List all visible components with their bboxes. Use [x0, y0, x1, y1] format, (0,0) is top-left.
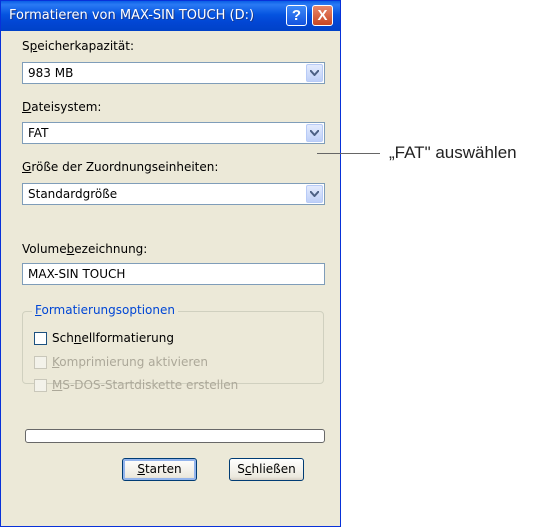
help-icon: ?: [291, 7, 302, 24]
capacity-select[interactable]: 983 MB: [22, 62, 325, 84]
msdos-startup-label: MS-DOS-Startdiskette erstellen: [52, 378, 239, 392]
callout-text: „FAT" auswählen: [389, 143, 517, 162]
capacity-value: 983 MB: [28, 66, 74, 80]
start-button[interactable]: Starten: [122, 458, 197, 481]
capacity-dropdown-button[interactable]: [306, 64, 323, 82]
format-dialog: Formatieren von MAX-SIN TOUCH (D:) ? X S…: [0, 0, 341, 527]
volume-label: Volumebezeichnung:: [22, 242, 148, 256]
callout-line: [317, 153, 380, 154]
chevron-down-icon: [310, 70, 319, 76]
msdos-startup-checkbox: [34, 379, 47, 392]
allocation-value: Standardgröße: [28, 187, 118, 201]
compress-checkbox: [34, 356, 47, 369]
filesystem-select[interactable]: FAT: [22, 122, 325, 144]
volume-name-value: MAX-SIN TOUCH: [28, 267, 126, 281]
quick-format-label[interactable]: Schnellformatierung: [52, 331, 174, 345]
chevron-down-icon: [310, 191, 319, 197]
allocation-select[interactable]: Standardgröße: [22, 183, 325, 205]
quick-format-checkbox[interactable]: [34, 332, 47, 345]
title-bar[interactable]: Formatieren von MAX-SIN TOUCH (D:) ? X: [1, 1, 340, 31]
close-button[interactable]: Schließen: [229, 458, 304, 481]
compress-label: Komprimierung aktivieren: [52, 355, 208, 369]
allocation-dropdown-button[interactable]: [306, 185, 323, 203]
format-options-title: Formatierungsoptionen: [32, 303, 178, 317]
help-button[interactable]: ?: [286, 5, 307, 26]
capacity-label: Speicherkapazität:: [22, 39, 134, 53]
filesystem-dropdown-button[interactable]: [306, 124, 323, 142]
volume-name-field[interactable]: MAX-SIN TOUCH: [22, 263, 325, 285]
format-progress-bar: [25, 429, 325, 443]
allocation-label: Größe der Zuordnungseinheiten:: [22, 160, 219, 174]
filesystem-value: FAT: [28, 126, 49, 140]
window-title: Formatieren von MAX-SIN TOUCH (D:): [9, 8, 255, 23]
format-options-group: [22, 311, 324, 384]
close-icon: X: [317, 7, 328, 24]
chevron-down-icon: [310, 130, 319, 136]
filesystem-label: Dateisystem:: [22, 100, 102, 114]
close-window-button[interactable]: X: [312, 5, 333, 26]
